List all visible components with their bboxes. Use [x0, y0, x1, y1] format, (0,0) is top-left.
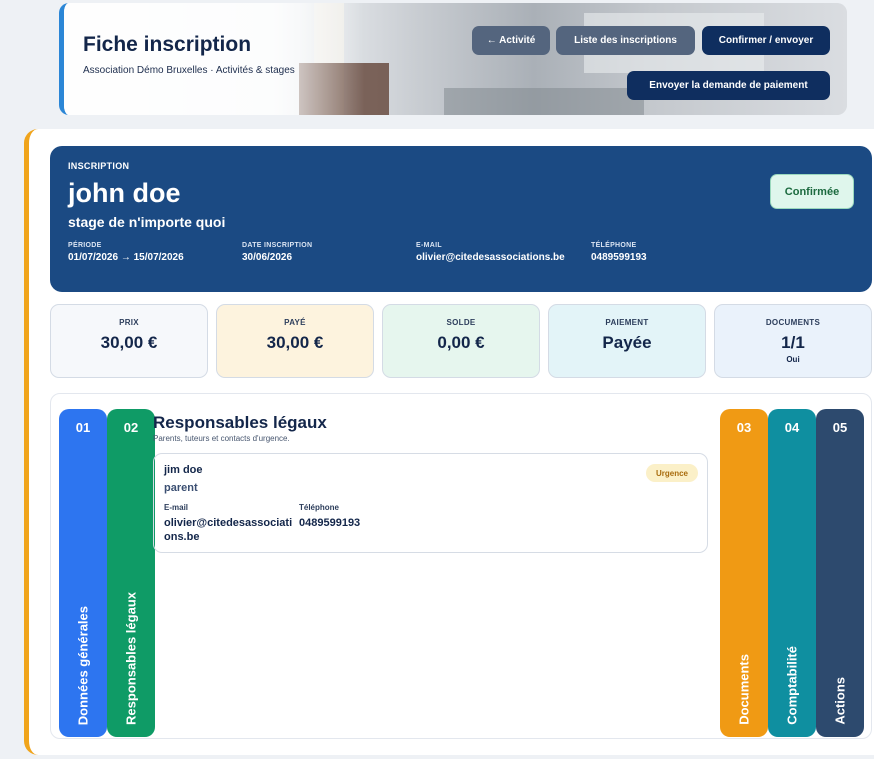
stat-value: 30,00 € [100, 333, 158, 352]
stat-value: 0,00 € [437, 333, 485, 352]
stat-sub: Oui [786, 355, 800, 364]
tab-actions[interactable]: 05 Actions [816, 409, 864, 737]
stat-label: PRIX [119, 318, 139, 327]
tab-general-data[interactable]: 01 Données générales [59, 409, 107, 737]
participant-name: john doe [68, 178, 181, 208]
meta-phone: TÉLÉPHONE 0489599193 [591, 242, 756, 264]
registration-card: INSCRIPTION john doe stage de n'importe … [24, 129, 874, 755]
stat-value: Payée [602, 333, 652, 352]
activity-name: stage de n'importe quoi [68, 214, 226, 230]
stat-label: DOCUMENTS [765, 318, 821, 327]
meta-period: PÉRIODE 01/07/2026 → 15/07/2026 [68, 242, 233, 264]
guardian-email-label: E-mail [164, 503, 189, 512]
meta-label: TÉLÉPHONE [591, 242, 637, 249]
section-title: Responsables légaux [153, 413, 327, 432]
stat-payment: PAIEMENT Payée [548, 304, 706, 378]
tab-accounting[interactable]: 04 Comptabilité [768, 409, 816, 737]
page-header: Fiche inscription Association Démo Bruxe… [59, 3, 847, 115]
page-subtitle: Association Démo Bruxelles · Activités &… [83, 65, 295, 76]
tab-documents[interactable]: 03 Documents [720, 409, 768, 737]
meta-value: olivier@citedesassociations.be [416, 252, 565, 263]
tab-label: Actions [832, 677, 848, 725]
meta-value: 0489599193 [591, 252, 647, 263]
stat-paid: PAYÉ 30,00 € [216, 304, 374, 378]
meta-label: E-MAIL [416, 242, 442, 249]
meta-value: 01/07/2026 → 15/07/2026 [68, 252, 184, 263]
send-payment-request-button[interactable]: Envoyer la demande de paiement [627, 71, 830, 100]
page-title: Fiche inscription [83, 33, 252, 56]
tab-number: 02 [123, 420, 139, 435]
stat-label: PAYÉ [284, 318, 306, 327]
registration-summary: INSCRIPTION john doe stage de n'importe … [50, 146, 872, 292]
confirm-send-button[interactable]: Confirmer / envoyer [702, 26, 830, 55]
meta-registration-date: DATE INSCRIPTION 30/06/2026 [242, 242, 407, 264]
guardian-phone-label: Téléphone [299, 503, 340, 512]
guardian-phone[interactable]: 0489599193 [299, 516, 360, 530]
emergency-badge: Urgence [646, 464, 698, 482]
back-to-activity-button[interactable]: ← Activité [472, 26, 550, 55]
status-badge: Confirmée [770, 174, 854, 209]
tab-number: 03 [736, 420, 752, 435]
stat-balance: SOLDE 0,00 € [382, 304, 540, 378]
tab-label: Responsables légaux [123, 592, 139, 725]
tab-legal-guardians[interactable]: 02 Responsables légaux [107, 409, 155, 737]
meta-value: 30/06/2026 [242, 252, 293, 263]
meta-label: DATE INSCRIPTION [242, 242, 313, 249]
tab-label: Documents [736, 654, 752, 725]
section-subtitle: Parents, tuteurs et contacts d'urgence. [153, 434, 290, 443]
registrations-list-button[interactable]: Liste des inscriptions [556, 26, 695, 55]
guardian-email[interactable]: olivier@citedesassociations.be [164, 516, 294, 544]
meta-email: E-MAIL olivier@citedesassociations.be [416, 242, 581, 264]
tab-label: Comptabilité [784, 646, 800, 725]
tab-number: 01 [75, 420, 91, 435]
guardian-role: parent [164, 482, 198, 494]
tab-number: 05 [832, 420, 848, 435]
tab-label: Données générales [75, 605, 91, 725]
stat-label: SOLDE [446, 318, 476, 327]
stat-value: 30,00 € [266, 333, 324, 352]
summary-kicker: INSCRIPTION [68, 161, 130, 171]
guardian-card: jim doe parent Urgence E-mail olivier@ci… [153, 453, 708, 553]
stat-label: PAIEMENT [605, 318, 649, 327]
tab-number: 04 [784, 420, 800, 435]
meta-label: PÉRIODE [68, 242, 102, 249]
stat-value: 1/1 [781, 333, 805, 352]
stat-documents: DOCUMENTS 1/1 Oui [714, 304, 872, 378]
guardian-name: jim doe [164, 464, 203, 476]
stat-price: PRIX 30,00 € [50, 304, 208, 378]
